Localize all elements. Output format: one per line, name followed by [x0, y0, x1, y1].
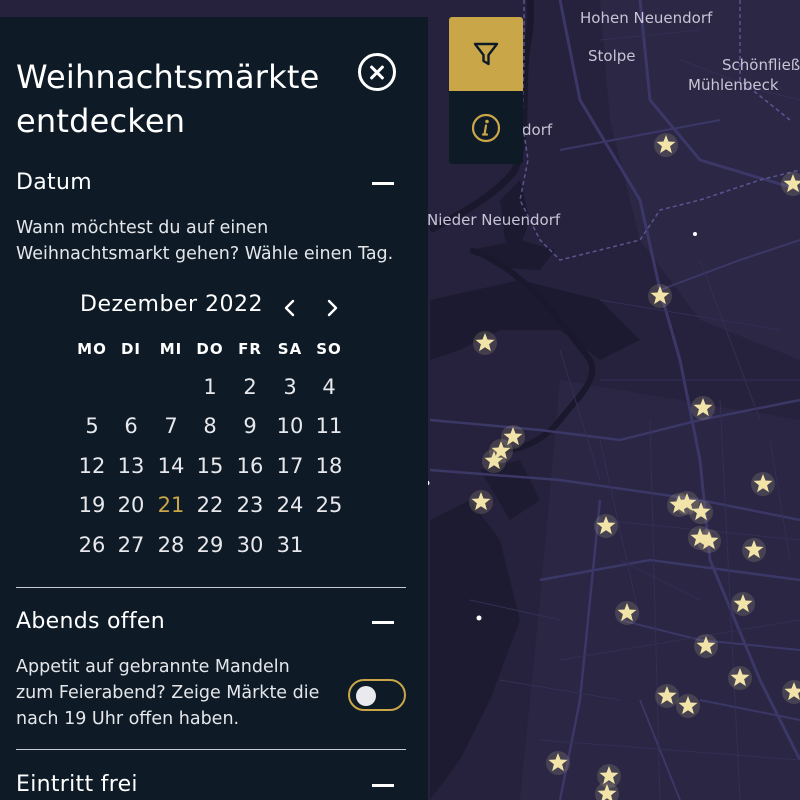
weekday-header: DI [120, 340, 142, 358]
collapse-datum-button[interactable] [372, 182, 394, 185]
map-label-dorf: dorf [522, 121, 553, 139]
section-heading-datum: Datum [16, 170, 92, 195]
section-description-abends: Appetit auf gebrannte Mandeln zum Feiera… [16, 654, 319, 732]
calendar-day[interactable]: 16 [230, 452, 270, 480]
description-line: nach 19 Uhr offen haben. [16, 709, 240, 729]
calendar-day[interactable]: 19 [72, 491, 112, 519]
panel-title-line1: Weihnachtsmärkte [16, 58, 320, 96]
calendar-day[interactable]: 28 [151, 531, 191, 559]
toggle-knob [356, 686, 376, 706]
calendar-day[interactable]: 23 [230, 491, 270, 519]
weekday-header: SA [277, 340, 303, 358]
map-controls [449, 17, 523, 164]
section-divider [16, 587, 406, 588]
calendar-day[interactable]: 30 [230, 531, 270, 559]
info-button[interactable] [449, 91, 523, 164]
calendar-day[interactable]: 13 [111, 452, 151, 480]
calendar-day[interactable]: 25 [309, 491, 349, 519]
weekday-header: SO [316, 340, 342, 358]
close-button[interactable] [358, 53, 396, 91]
calendar-next-button[interactable] [322, 298, 342, 318]
calendar-day[interactable]: 15 [190, 452, 230, 480]
collapse-abends-button[interactable] [372, 621, 394, 624]
calendar-day[interactable]: 4 [309, 373, 349, 401]
calendar-day[interactable]: 11 [309, 412, 349, 440]
section-description-datum: Wann möchtest du auf einen Weihnachtsmar… [16, 215, 393, 267]
panel-title: Weihnachtsmärkte entdecken [16, 55, 320, 143]
description-line: Weihnachtsmarkt gehen? Wähle einen Tag. [16, 244, 394, 264]
section-heading-abends-offen: Abends offen [16, 609, 165, 634]
section-divider [16, 749, 406, 750]
calendar-day[interactable]: 17 [270, 452, 310, 480]
weekday-header: DO [196, 340, 224, 358]
description-line: Wann möchtest du auf einen [16, 218, 269, 238]
map-label-nieder-neuendorf: Nieder Neuendorf [427, 211, 561, 229]
panel-title-line2: entdecken [16, 102, 186, 140]
filter-funnel-icon [473, 42, 499, 66]
description-line: zum Feierabend? Zeige Märkte die [16, 683, 320, 703]
chevron-right-icon [327, 299, 338, 317]
calendar-day[interactable]: 12 [72, 452, 112, 480]
map-label-hohen-neuendorf: Hohen Neuendorf [580, 9, 713, 27]
calendar-day[interactable]: 7 [151, 412, 191, 440]
description-line: Appetit auf gebrannte Mandeln [16, 657, 290, 677]
calendar-day[interactable]: 22 [190, 491, 230, 519]
calendar-day[interactable]: 1 [190, 373, 230, 401]
map-label-muehlenbeck: Mühlenbeck [688, 76, 779, 94]
calendar-day[interactable]: 6 [111, 412, 151, 440]
calendar-prev-button[interactable] [280, 298, 300, 318]
calendar-day[interactable]: 31 [270, 531, 310, 559]
calendar-day[interactable]: 18 [309, 452, 349, 480]
calendar-day[interactable]: 8 [190, 412, 230, 440]
calendar-day[interactable]: 3 [270, 373, 310, 401]
calendar-day[interactable]: 27 [111, 531, 151, 559]
weekday-header: MO [77, 340, 107, 358]
calendar-day[interactable]: 5 [72, 412, 112, 440]
collapse-eintritt-button[interactable] [372, 784, 394, 787]
calendar-day[interactable]: 10 [270, 412, 310, 440]
calendar-day[interactable]: 2 [230, 373, 270, 401]
evening-open-toggle[interactable] [348, 679, 406, 711]
weekday-header: MI [159, 340, 183, 358]
calendar-day[interactable]: 29 [190, 531, 230, 559]
weekday-header: FR [238, 340, 262, 358]
filter-panel: Weihnachtsmärkte entdecken Datum Wann mö… [0, 17, 428, 800]
map-label-stolpe: Stolpe [588, 47, 636, 65]
section-heading-eintritt-frei: Eintritt frei [16, 772, 138, 797]
map-label-schoenfliess: Schönfließ [722, 56, 800, 74]
calendar-day[interactable]: 26 [72, 531, 112, 559]
calendar-day[interactable]: 9 [230, 412, 270, 440]
info-circle-icon [471, 113, 501, 143]
calendar-day[interactable]: 14 [151, 452, 191, 480]
filter-button[interactable] [449, 17, 523, 91]
calendar-day-selected[interactable]: 21 [151, 491, 191, 519]
calendar-day[interactable]: 24 [270, 491, 310, 519]
chevron-left-icon [284, 299, 295, 317]
calendar-day[interactable]: 20 [111, 491, 151, 519]
calendar-month-label: Dezember 2022 [80, 292, 264, 317]
